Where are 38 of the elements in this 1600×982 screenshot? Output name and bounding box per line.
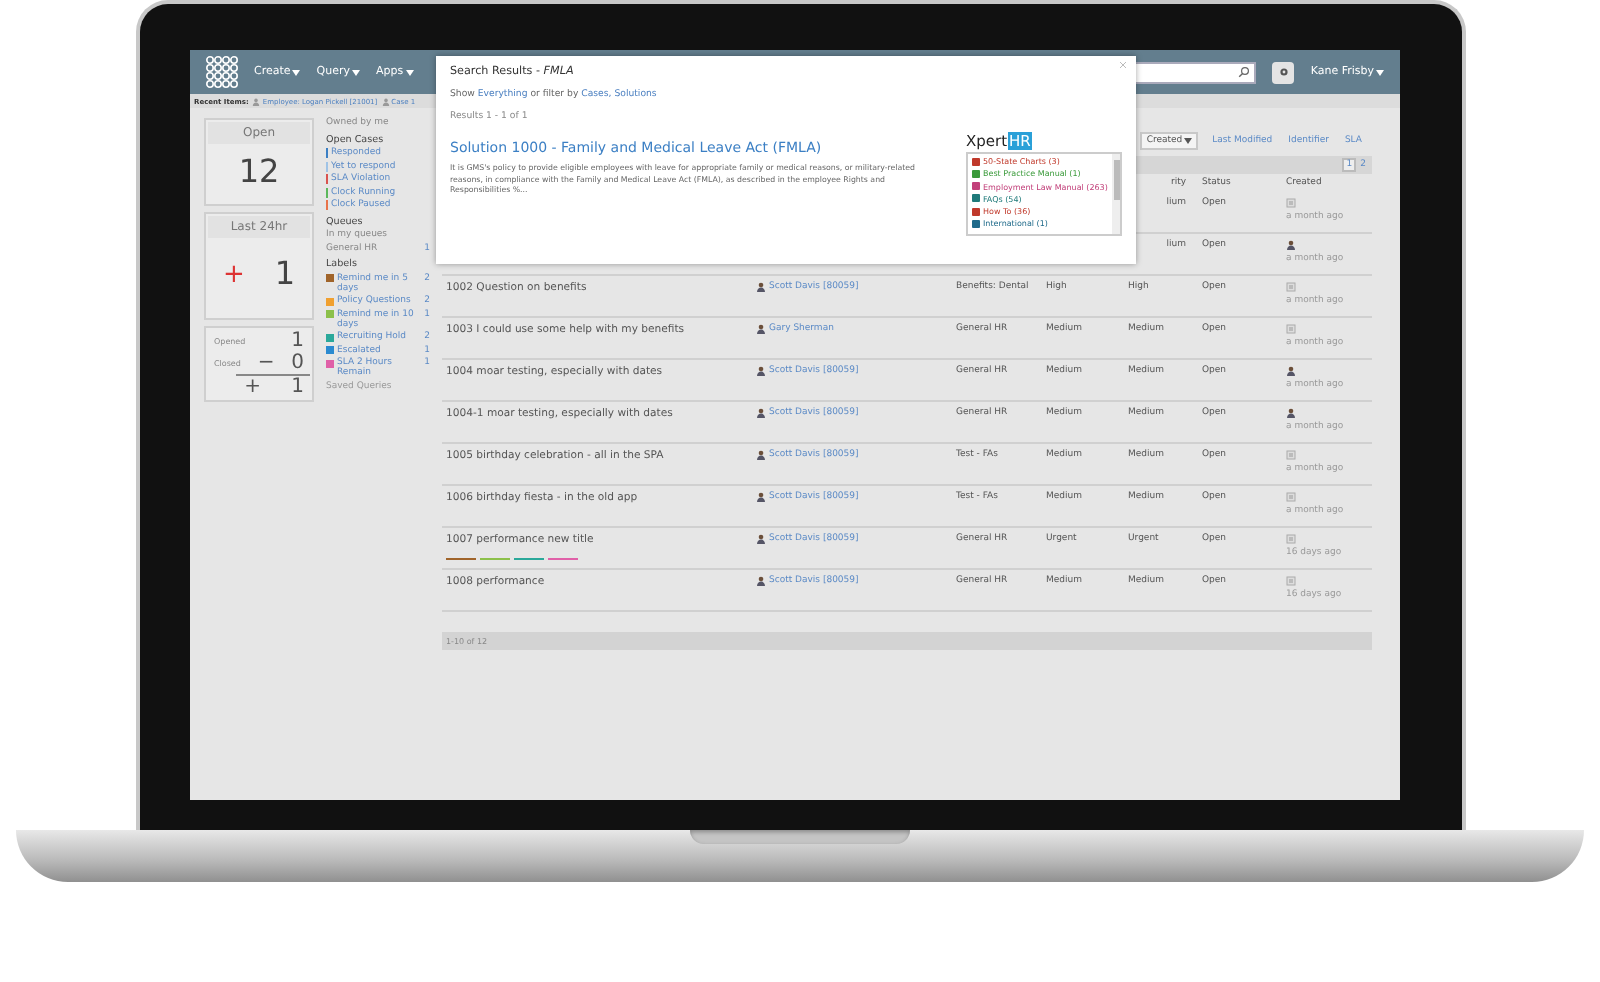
opened-count: 1 (291, 330, 304, 352)
note-icon (1286, 534, 1296, 544)
person-icon (252, 97, 261, 105)
gear-icon (1277, 66, 1290, 78)
person-icon (756, 492, 766, 502)
caret-icon (405, 69, 414, 75)
caret-icon (352, 69, 360, 75)
plus-sign: + (222, 260, 245, 290)
net-count: 1 (291, 376, 304, 398)
person-icon (756, 324, 766, 334)
person-icon (1286, 240, 1296, 250)
plus-sign: + (244, 376, 261, 398)
note-icon (1286, 282, 1296, 292)
person-icon (756, 576, 766, 586)
note-icon (1286, 576, 1296, 586)
person-icon (1286, 366, 1296, 376)
open-count: 12 (236, 150, 282, 194)
minus-sign: − (257, 352, 275, 374)
caret-icon (1184, 138, 1193, 144)
person-icon (756, 408, 766, 418)
toolbar-button[interactable] (1272, 61, 1295, 83)
person-icon (756, 366, 766, 376)
note-icon (1286, 198, 1296, 208)
person-icon (756, 534, 766, 544)
logo-icon (206, 56, 238, 88)
count: 1 (274, 252, 296, 296)
closed-count: 0 (291, 352, 304, 374)
search-icon (1238, 66, 1251, 78)
scrollbar[interactable] (1112, 154, 1120, 234)
note-icon (1286, 450, 1296, 460)
person-icon (756, 282, 766, 292)
person-icon (1286, 408, 1296, 418)
note-icon (1286, 324, 1296, 334)
caret-icon (292, 69, 301, 75)
caret-icon (1376, 69, 1384, 75)
person-icon (381, 97, 390, 105)
person-icon (756, 450, 766, 460)
note-icon (1286, 492, 1296, 502)
